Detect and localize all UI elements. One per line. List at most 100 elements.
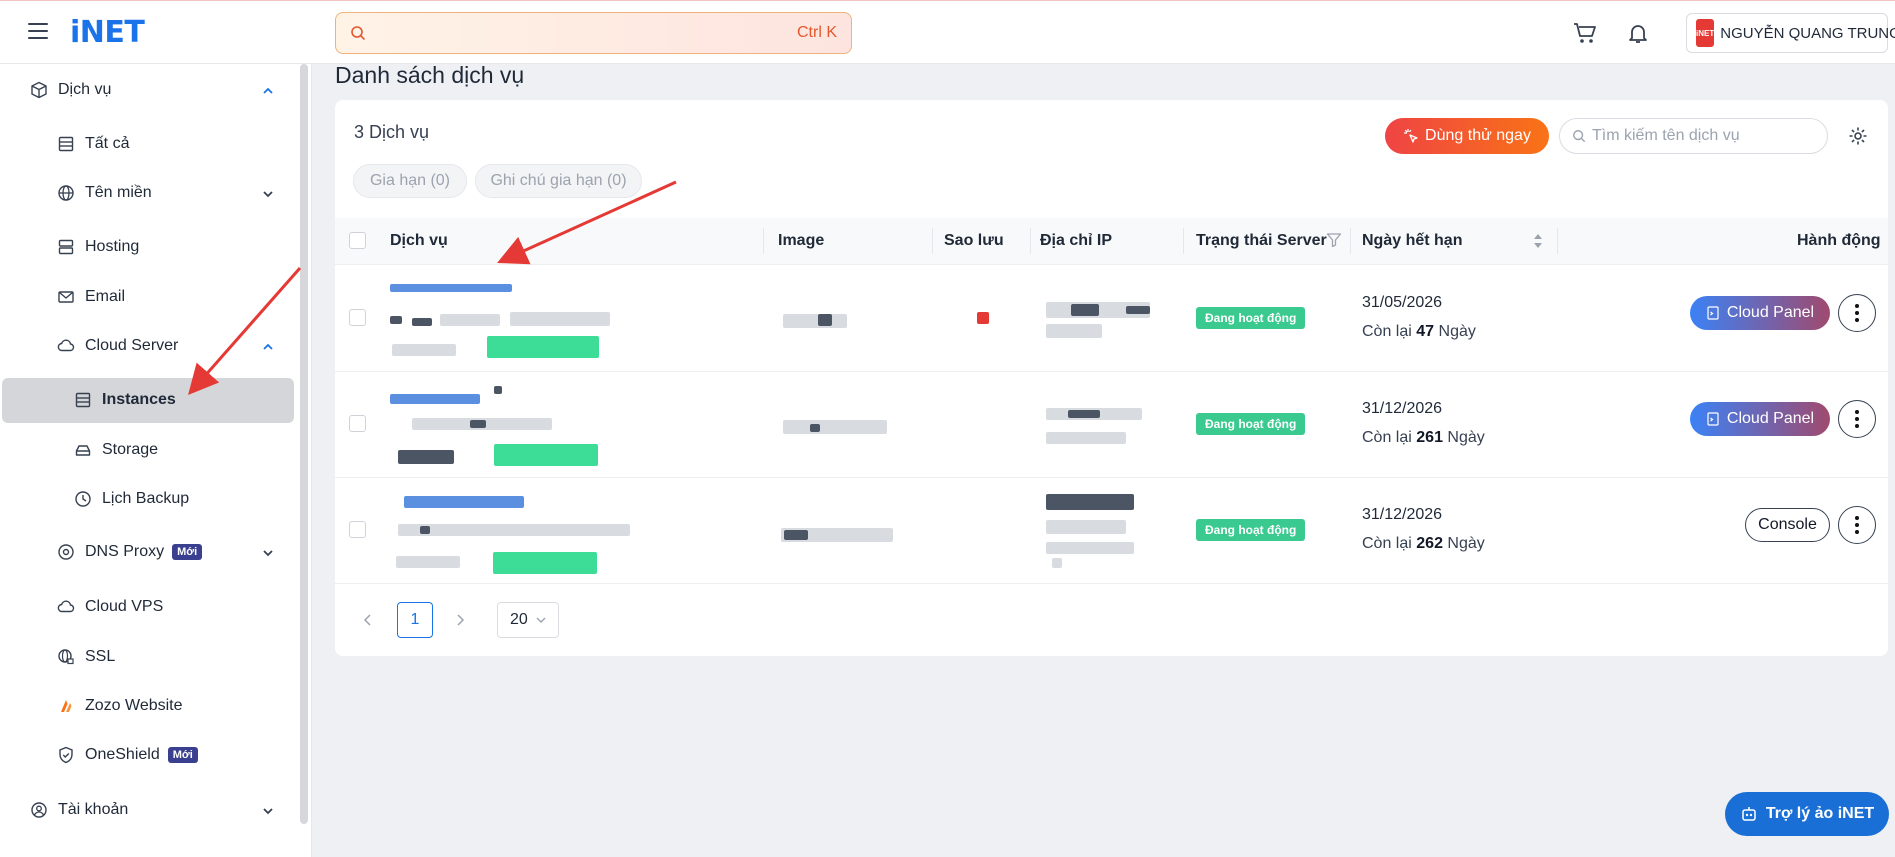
page-size-select[interactable]: 20: [497, 602, 559, 638]
row-checkbox[interactable]: [349, 415, 366, 432]
bell-icon[interactable]: [1626, 21, 1650, 45]
sidebar-item-hosting[interactable]: Hosting: [57, 238, 139, 256]
service-count: 3 Dịch vụ: [354, 122, 430, 142]
cloud-icon: [57, 600, 75, 613]
mail-icon: [58, 291, 74, 303]
cloud-panel-label: Cloud Panel: [1726, 410, 1815, 427]
search-icon: [351, 26, 366, 41]
column-divider: [763, 228, 764, 254]
backup-indicator: [977, 312, 989, 324]
sidebar-item-storage[interactable]: Storage: [74, 441, 158, 459]
sidebar-item-tat-ca[interactable]: Tất cả: [57, 135, 129, 153]
logo[interactable]: iNET: [70, 15, 145, 50]
more-actions-button[interactable]: [1838, 506, 1876, 544]
sidebar-item-label: Instances: [102, 391, 176, 408]
service-search-field[interactable]: [1559, 118, 1828, 154]
sidebar-item-dns-proxy[interactable]: DNS Proxy Mới: [57, 543, 203, 561]
try-now-button[interactable]: Dùng thử ngay: [1385, 118, 1549, 154]
row-checkbox[interactable]: [349, 309, 366, 326]
sidebar-scrollbar[interactable]: [300, 64, 308, 824]
status-badge: Đang hoạt động: [1196, 413, 1306, 435]
user-icon: [31, 802, 47, 818]
column-divider: [932, 228, 933, 254]
clock-icon: [75, 491, 91, 507]
cloud-panel-label: Cloud Panel: [1726, 304, 1815, 321]
new-badge: Mới: [167, 747, 198, 763]
sidebar-item-ten-mien[interactable]: Tên miền: [57, 184, 152, 202]
chevron-up-icon[interactable]: [262, 341, 274, 353]
remaining-count: 262: [1416, 535, 1443, 552]
sidebar-item-label: DNS Proxy: [85, 543, 165, 560]
select-all-checkbox[interactable]: [349, 232, 366, 249]
gear-icon[interactable]: [1848, 126, 1868, 146]
globe-icon: [58, 185, 74, 201]
more-actions-button[interactable]: [1838, 294, 1876, 332]
column-header-backup: Sao lưu: [944, 232, 1004, 249]
sidebar-item-dich-vu[interactable]: Dịch vụ: [30, 81, 111, 99]
sidebar-item-cloud-server[interactable]: Cloud Server: [57, 337, 178, 355]
sidebar-item-oneshield[interactable]: OneShield Mới: [57, 746, 198, 764]
chevron-down-icon[interactable]: [262, 188, 274, 200]
zozo-icon: [61, 700, 72, 712]
page-size-value: 20: [510, 611, 528, 628]
service-search-input[interactable]: [1592, 127, 1812, 145]
expiry-date: 31/12/2026: [1362, 400, 1443, 417]
avatar: iNET: [1696, 19, 1715, 47]
terminal-file-icon: [1707, 306, 1719, 320]
sidebar-item-label: Zozo Website: [85, 697, 183, 714]
more-actions-button[interactable]: [1838, 400, 1876, 438]
page-title: Danh sách dịch vụ: [335, 62, 525, 88]
remaining-suffix: Ngày: [1447, 429, 1485, 446]
column-divider: [1183, 228, 1184, 254]
sidebar-item-label: Tài khoản: [58, 801, 129, 818]
globe-lock-icon: [58, 649, 74, 665]
sidebar-item-label: OneShield: [85, 746, 160, 763]
column-header-expiry: Ngày hết hạn: [1362, 232, 1463, 249]
box-icon: [31, 81, 47, 99]
cart-icon[interactable]: [1572, 21, 1598, 45]
sidebar-item-label: Storage: [102, 441, 159, 458]
sidebar-item-cloud-vps[interactable]: Cloud VPS: [57, 598, 163, 616]
chevron-down-icon[interactable]: [262, 547, 274, 559]
menu-icon[interactable]: [28, 23, 48, 39]
remaining-count: 47: [1416, 323, 1435, 340]
chevron-down-icon[interactable]: [262, 805, 274, 817]
next-page-icon[interactable]: [454, 613, 466, 627]
user-menu[interactable]: iNET NGUYỄN QUANG TRUNG: [1686, 13, 1895, 53]
remaining-days: Còn lại 47 Ngày: [1362, 323, 1476, 341]
cloud-panel-button[interactable]: Cloud Panel: [1690, 402, 1830, 436]
console-button[interactable]: Console: [1745, 508, 1830, 542]
global-search-input[interactable]: Ctrl K: [335, 12, 852, 54]
sidebar-item-tai-khoan[interactable]: Tài khoản: [30, 801, 128, 819]
search-shortcut: Ctrl K: [797, 24, 837, 41]
remaining-suffix: Ngày: [1438, 323, 1476, 340]
sidebar-item-instances[interactable]: Instances: [74, 391, 176, 409]
sidebar-item-label: Cloud VPS: [85, 598, 164, 615]
row-checkbox[interactable]: [349, 521, 366, 538]
server-icon: [58, 239, 74, 255]
shield-icon: [59, 746, 73, 764]
sidebar-item-ssl[interactable]: SSL: [57, 648, 115, 666]
try-now-label: Dùng thử ngay: [1425, 127, 1531, 144]
status-badge: Đang hoạt động: [1196, 307, 1306, 329]
virtual-assistant-button[interactable]: Trợ lý ảo iNET: [1725, 792, 1889, 836]
column-header-image: Image: [778, 232, 825, 249]
expiry-date: 31/05/2026: [1362, 294, 1443, 311]
page-number-current[interactable]: 1: [397, 602, 433, 638]
sidebar-item-lich-backup[interactable]: Lịch Backup: [74, 490, 189, 508]
chevron-down-icon: [536, 617, 546, 623]
assistant-label: Trợ lý ảo iNET: [1765, 805, 1875, 822]
filter-renew[interactable]: Gia hạn (0): [353, 164, 467, 198]
sidebar-item-label: Dịch vụ: [58, 81, 112, 98]
sidebar-item-zozo-website[interactable]: Zozo Website: [57, 697, 183, 715]
remaining-prefix: Còn lại: [1362, 535, 1412, 552]
cloud-panel-button[interactable]: Cloud Panel: [1690, 296, 1830, 330]
chevron-up-icon[interactable]: [262, 85, 274, 97]
sort-icon[interactable]: [1532, 232, 1544, 250]
filter-renew-note[interactable]: Ghi chú gia hạn (0): [475, 164, 642, 198]
sidebar-item-email[interactable]: Email: [57, 288, 125, 306]
prev-page-icon[interactable]: [362, 613, 374, 627]
list-icon: [58, 136, 74, 152]
filter-icon[interactable]: [1326, 232, 1342, 248]
sidebar-item-label: Email: [85, 288, 126, 305]
